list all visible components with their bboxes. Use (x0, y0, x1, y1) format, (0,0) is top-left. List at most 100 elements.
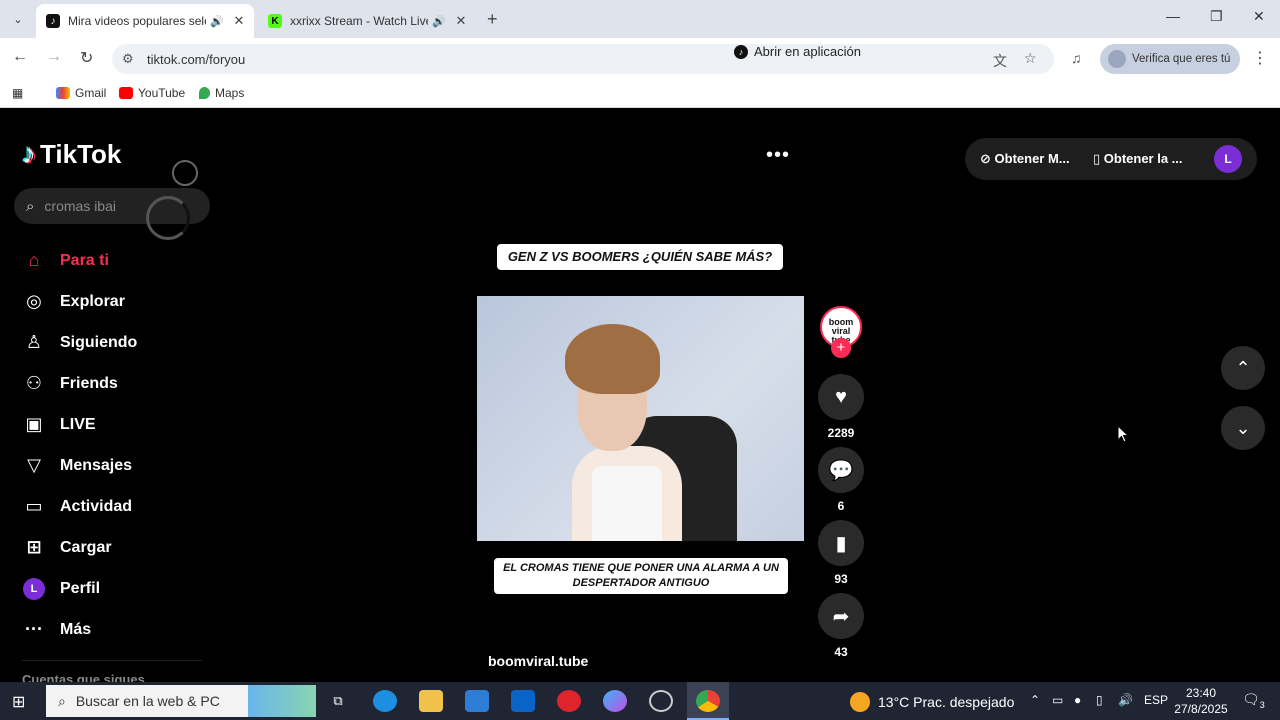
bookmarks-bar: ▦ Gmail YouTube Maps (0, 80, 1280, 108)
tab-tiktok[interactable]: ♪ Mira videos populares selec 🔊 ✕ (36, 4, 254, 38)
apps-icon[interactable]: ▦ (12, 86, 23, 100)
open-in-app-button[interactable]: ♪ Abrir en aplicación (734, 44, 861, 59)
person-shape (592, 466, 662, 541)
avatar (1108, 50, 1126, 68)
get-coins-button[interactable]: ⊘ Obtener M... (980, 151, 1070, 167)
close-tab-icon[interactable]: ✕ (454, 13, 468, 29)
open-in-app-label: Abrir en aplicación (754, 44, 861, 59)
heart-icon: ♥ (818, 374, 864, 420)
sidebar-item-label: Mensajes (60, 456, 133, 474)
comment-count: 6 (837, 499, 845, 513)
tab-title: Mira videos populares selec (68, 14, 206, 28)
search-icon: ⌕ (58, 692, 66, 709)
clock[interactable]: 23:40 27/8/2025 (1170, 685, 1232, 717)
comment-button[interactable]: 💬 6 (818, 447, 864, 513)
sidebar-item-friends[interactable]: ⚇ Friends (22, 363, 137, 404)
close-window-button[interactable]: ✕ (1253, 8, 1265, 25)
get-app-button[interactable]: ▯ Obtener la ... (1093, 151, 1183, 167)
close-tab-icon[interactable]: ✕ (232, 13, 246, 29)
avatar: L (23, 577, 45, 600)
chevron-up-icon: ⌃ (1235, 357, 1251, 378)
outlook-icon[interactable] (511, 690, 535, 712)
network-icon[interactable]: ▯ (1096, 693, 1103, 707)
sidebar-item-actividad[interactable]: ▭ Actividad (22, 486, 137, 527)
tab-kick[interactable]: K xxrixx Stream - Watch Live o 🔊 ✕ (258, 4, 476, 38)
save-button[interactable]: ▮ 93 (818, 520, 864, 586)
more-options-icon[interactable]: ••• (766, 144, 790, 167)
profile-button[interactable]: Verifica que eres tú (1100, 44, 1240, 74)
sidebar-item-label: Cargar (60, 538, 112, 556)
logo-text: TikTok (40, 138, 122, 169)
bookmark-gmail[interactable]: Gmail (56, 86, 106, 100)
search-icon[interactable]: ⌕ (26, 198, 34, 215)
sidebar-item-label: Friends (60, 374, 118, 392)
bookmark-youtube[interactable]: YouTube (119, 86, 185, 100)
share-button[interactable]: ➦ 43 (818, 593, 864, 659)
task-view-icon[interactable]: ⧉ (326, 690, 350, 712)
video-author[interactable]: boomviral.tube (488, 653, 588, 669)
sidebar-item-cargar[interactable]: ⊞ Cargar (22, 527, 137, 568)
live-icon: ▣ (25, 414, 43, 434)
file-explorer-icon[interactable] (419, 690, 443, 712)
comment-icon: 💬 (818, 447, 864, 493)
media-control-icon[interactable]: ♫ (1071, 50, 1082, 66)
sidebar-item-siguiendo[interactable]: ♙ Siguiendo (22, 322, 137, 363)
compass-icon: ◎ (26, 291, 42, 311)
microphone-icon[interactable]: ● (1074, 693, 1081, 707)
new-tab-button[interactable]: + (487, 9, 498, 30)
sidebar-item-para-ti[interactable]: ⌂ Para ti (22, 240, 137, 281)
volume-icon[interactable]: 🔊 (1118, 693, 1133, 707)
restore-button[interactable]: ❐ (1210, 8, 1223, 25)
meet-icon[interactable]: ▭ (1052, 693, 1063, 707)
video-caption-banner: EL CROMAS TIENE QUE PONER UNA ALARMA A U… (494, 558, 788, 594)
video-frame[interactable] (477, 296, 804, 541)
sidebar-item-perfil[interactable]: L Perfil (22, 568, 137, 609)
user-avatar[interactable]: L (1214, 145, 1242, 173)
bookmark-label: Maps (215, 86, 245, 100)
copilot-icon[interactable] (603, 690, 627, 712)
follow-button[interactable]: + (831, 338, 851, 358)
address-bar[interactable]: ⚙ tiktok.com/foryou (112, 44, 1054, 74)
site-info-icon[interactable]: ⚙ (122, 51, 134, 67)
edge-icon[interactable] (373, 690, 397, 712)
clock-app-icon[interactable] (649, 690, 673, 712)
speaker-icon[interactable]: 🔊 (432, 15, 448, 28)
activity-icon: ▭ (25, 496, 43, 516)
bookmark-maps[interactable]: Maps (199, 86, 244, 100)
messages-icon: ▽ (27, 455, 41, 475)
reload-button[interactable]: ↻ (80, 48, 93, 68)
translate-icon[interactable]: 文 (993, 51, 1007, 71)
sidebar-item-live[interactable]: ▣ LIVE (22, 404, 137, 445)
previous-video-button[interactable]: ⌃ (1221, 346, 1265, 390)
like-button[interactable]: ♥ 2289 (818, 374, 864, 440)
opera-icon[interactable] (557, 690, 581, 712)
sidebar-item-explorar[interactable]: ◎ Explorar (22, 281, 137, 322)
clock-time: 23:40 (1185, 686, 1217, 700)
browser-toolbar: ← → ↻ ⚙ tiktok.com/foryou ♪ Abrir en apl… (0, 38, 1280, 80)
store-icon[interactable] (465, 690, 489, 712)
windows-start-icon[interactable]: ⊞ (12, 692, 25, 712)
following-icon: ♙ (25, 332, 43, 352)
language-indicator[interactable]: ESP (1144, 693, 1168, 707)
taskbar-search[interactable]: ⌕ Buscar en la web & PC (46, 685, 316, 717)
loading-spinner (172, 160, 198, 186)
star-icon[interactable]: ☆ (1024, 50, 1037, 67)
weather-widget[interactable]: 13°C Prac. despejado (850, 692, 1014, 712)
minimize-button[interactable]: — (1166, 8, 1180, 24)
get-app-label: Obtener la ... (1103, 151, 1183, 166)
tray-chevron-icon[interactable]: ⌃ (1030, 693, 1040, 707)
notifications-button[interactable]: 🗨3 (1242, 691, 1265, 710)
more-icon: ··· (25, 619, 43, 639)
forward-button[interactable]: → (46, 48, 62, 66)
speaker-icon[interactable]: 🔊 (210, 15, 226, 28)
next-video-button[interactable]: ⌄ (1221, 406, 1265, 450)
taskbar-search-placeholder: Buscar en la web & PC (75, 693, 220, 709)
top-actions: ⊘ Obtener M... ▯ Obtener la ... L (965, 138, 1257, 180)
back-button[interactable]: ← (12, 48, 28, 66)
chrome-menu-icon[interactable]: ⋮ (1252, 48, 1268, 68)
sidebar-item-mas[interactable]: ··· Más (22, 609, 137, 650)
tab-search-button[interactable]: ⌄ (6, 8, 30, 30)
tiktok-logo[interactable]: ♪ TikTok (22, 138, 121, 170)
chrome-icon[interactable] (696, 690, 720, 712)
sidebar-item-mensajes[interactable]: ▽ Mensajes (22, 445, 137, 486)
